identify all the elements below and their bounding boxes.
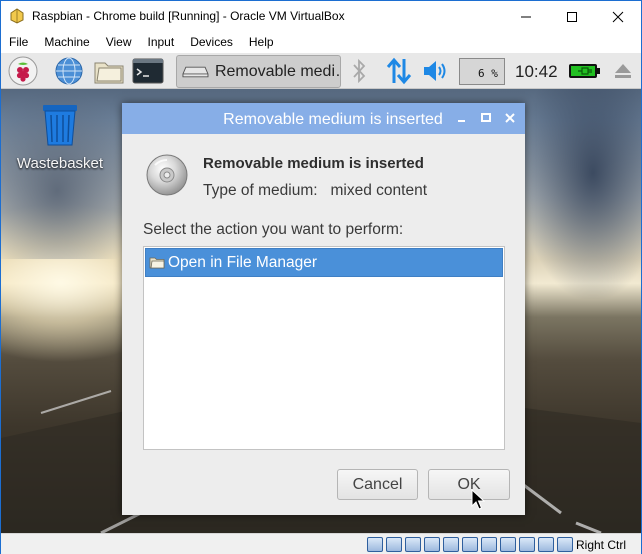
network-status-icon[interactable] xyxy=(424,537,440,552)
web-browser-button[interactable] xyxy=(53,56,85,86)
video-capture-status-icon[interactable] xyxy=(500,537,516,552)
close-icon xyxy=(612,11,624,22)
dialog-close-icon[interactable] xyxy=(502,110,518,126)
shared-folders-status-icon[interactable] xyxy=(462,537,478,552)
removable-medium-dialog: Removable medium is inserted Removable m… xyxy=(122,103,525,515)
maximize-icon xyxy=(567,11,577,22)
action-prompt: Select the action you want to perform: xyxy=(143,221,404,238)
dialog-maximize-icon[interactable] xyxy=(478,110,494,126)
panel-clock[interactable]: 10:42 xyxy=(515,62,558,82)
desktop-icon-label: Wastebasket xyxy=(16,155,104,172)
raspberry-menu-button[interactable] xyxy=(7,56,39,86)
keyboard-status-icon[interactable] xyxy=(557,537,573,552)
vm-status-bar: Right Ctrl xyxy=(1,533,641,554)
guest-screen[interactable]: Removable medi… 6 % 10:42 Wastebasket Re… xyxy=(1,53,641,533)
terminal-icon xyxy=(132,58,164,84)
medium-type-row: Type of medium: mixed content xyxy=(203,182,427,200)
medium-type-label: Type of medium: xyxy=(203,182,318,199)
volume-button[interactable] xyxy=(421,56,451,86)
desktop-icon-wastebasket[interactable]: Wastebasket xyxy=(15,103,105,172)
menu-input[interactable]: Input xyxy=(140,32,183,53)
taskbar-item-label: Removable medi… xyxy=(214,62,340,80)
folder-icon xyxy=(94,62,124,84)
wastebasket-icon xyxy=(43,105,77,146)
taskbar-item-removable-medium[interactable]: Removable medi… xyxy=(176,55,341,88)
dialog-heading: Removable medium is inserted xyxy=(203,155,424,172)
file-manager-button[interactable] xyxy=(91,56,127,86)
dialog-titlebar[interactable]: Removable medium is inserted xyxy=(122,103,525,134)
audio-status-icon[interactable] xyxy=(405,537,421,552)
display-status-icon[interactable] xyxy=(481,537,497,552)
optical-disc-icon xyxy=(146,154,188,196)
maximize-button[interactable] xyxy=(549,1,595,32)
medium-type-value: mixed content xyxy=(330,182,428,199)
close-button[interactable] xyxy=(595,1,641,32)
action-item-open-in-file-manager[interactable]: Open in File Manager xyxy=(145,248,503,277)
optical-drive-status-icon[interactable] xyxy=(386,537,402,552)
window-titlebar[interactable]: Raspbian - Chrome build [Running] - Orac… xyxy=(1,1,641,32)
terminal-button[interactable] xyxy=(131,56,165,86)
menu-file[interactable]: File xyxy=(1,32,36,53)
folder-icon xyxy=(149,257,165,269)
removable-drive-icon xyxy=(182,66,209,77)
battery-charging-icon xyxy=(569,64,600,78)
minimize-icon xyxy=(521,16,531,17)
power-status-button[interactable] xyxy=(567,56,603,86)
mouse-pointer-icon xyxy=(471,489,485,510)
menu-bar: File Machine View Input Devices Help xyxy=(1,32,641,53)
action-list[interactable]: Open in File Manager xyxy=(143,246,505,450)
menu-help[interactable]: Help xyxy=(241,32,282,53)
minimize-button[interactable] xyxy=(503,1,549,32)
cancel-button[interactable]: Cancel xyxy=(337,469,418,500)
mouse-integration-status-icon[interactable] xyxy=(538,537,554,552)
virtualbox-window: Raspbian - Chrome build [Running] - Orac… xyxy=(0,0,642,554)
cpu-usage-monitor[interactable]: 6 % xyxy=(459,58,505,85)
cpu-status-icon[interactable] xyxy=(519,537,535,552)
network-button[interactable] xyxy=(384,56,414,86)
virtualbox-logo-icon xyxy=(10,8,24,24)
menu-view[interactable]: View xyxy=(98,32,140,53)
speaker-icon xyxy=(424,61,446,81)
status-indicators xyxy=(367,537,573,552)
host-key-label: Right Ctrl xyxy=(576,538,627,552)
network-arrows-icon xyxy=(386,57,412,85)
window-title: Raspbian - Chrome build [Running] - Orac… xyxy=(32,9,345,23)
menu-machine[interactable]: Machine xyxy=(36,32,97,53)
bluetooth-icon xyxy=(353,58,366,84)
usb-status-icon[interactable] xyxy=(443,537,459,552)
hard-disk-status-icon[interactable] xyxy=(367,537,383,552)
bluetooth-button[interactable] xyxy=(349,56,369,86)
ok-button[interactable]: OK xyxy=(428,469,510,500)
desktop-panel: Removable medi… 6 % 10:42 xyxy=(1,53,641,89)
eject-icon xyxy=(615,64,631,78)
globe-icon xyxy=(55,57,83,85)
action-item-label: Open in File Manager xyxy=(168,253,318,271)
raspberry-icon xyxy=(8,56,38,86)
eject-button[interactable] xyxy=(611,56,635,86)
dialog-minimize-icon[interactable] xyxy=(454,110,470,126)
menu-devices[interactable]: Devices xyxy=(182,32,241,53)
